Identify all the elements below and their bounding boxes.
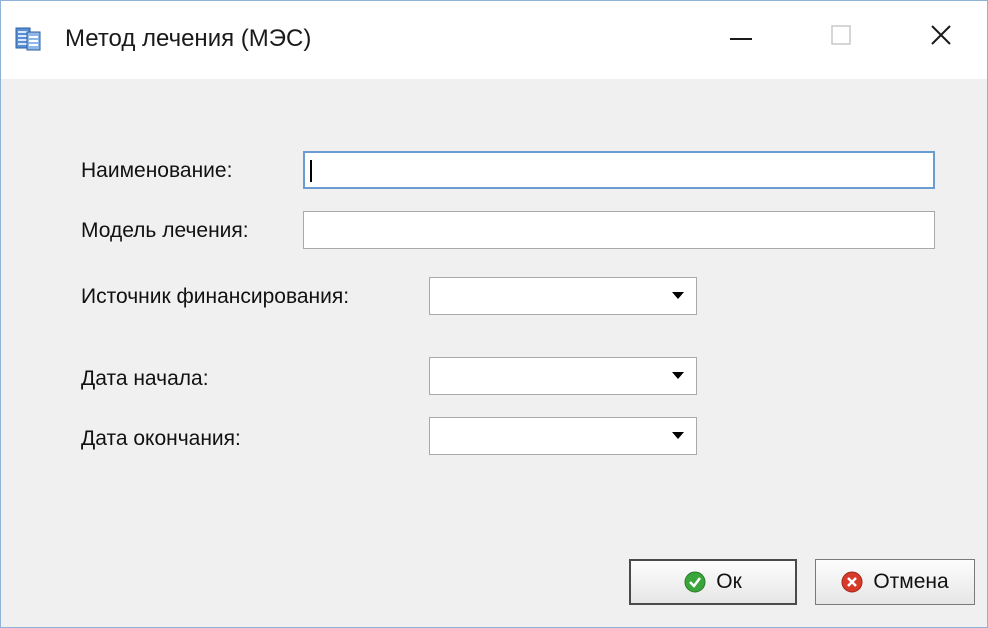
window-title: Метод лечения (МЭС): [65, 25, 312, 52]
start-date-label: Дата начала:: [81, 367, 209, 390]
cancel-circle-icon: [841, 571, 863, 593]
name-input[interactable]: [303, 151, 935, 189]
maximize-icon: [831, 24, 851, 50]
start-date-picker[interactable]: [429, 357, 697, 395]
dropdown-arrow-icon[interactable]: [672, 432, 684, 439]
text-caret: [310, 160, 312, 182]
funding-select[interactable]: [429, 277, 697, 315]
cancel-button-label: Отмена: [873, 570, 949, 593]
dropdown-arrow-icon[interactable]: [672, 372, 684, 379]
minimize-icon: [730, 28, 752, 46]
maximize-button[interactable]: [813, 15, 869, 59]
close-button[interactable]: [913, 15, 969, 59]
ok-button-label: Ок: [716, 570, 742, 593]
model-input[interactable]: [303, 211, 935, 249]
end-date-label: Дата окончания:: [81, 427, 241, 450]
close-icon: [930, 24, 952, 51]
end-date-picker[interactable]: [429, 417, 697, 455]
check-circle-icon: [684, 571, 706, 593]
minimize-button[interactable]: [713, 15, 769, 59]
model-label: Модель лечения:: [81, 219, 249, 242]
cancel-button[interactable]: Отмена: [815, 559, 975, 605]
table-grid-icon: [15, 27, 41, 51]
ok-button[interactable]: Ок: [629, 559, 797, 605]
form-area: Наименование: Модель лечения: Источник ф…: [9, 79, 979, 619]
dropdown-arrow-icon[interactable]: [672, 292, 684, 299]
dialog-window: Метод лечения (МЭС) Наименование: Модель…: [0, 0, 988, 628]
name-label: Наименование:: [81, 159, 233, 182]
title-bar[interactable]: Метод лечения (МЭС): [1, 1, 987, 79]
funding-label: Источник финансирования:: [81, 285, 350, 308]
